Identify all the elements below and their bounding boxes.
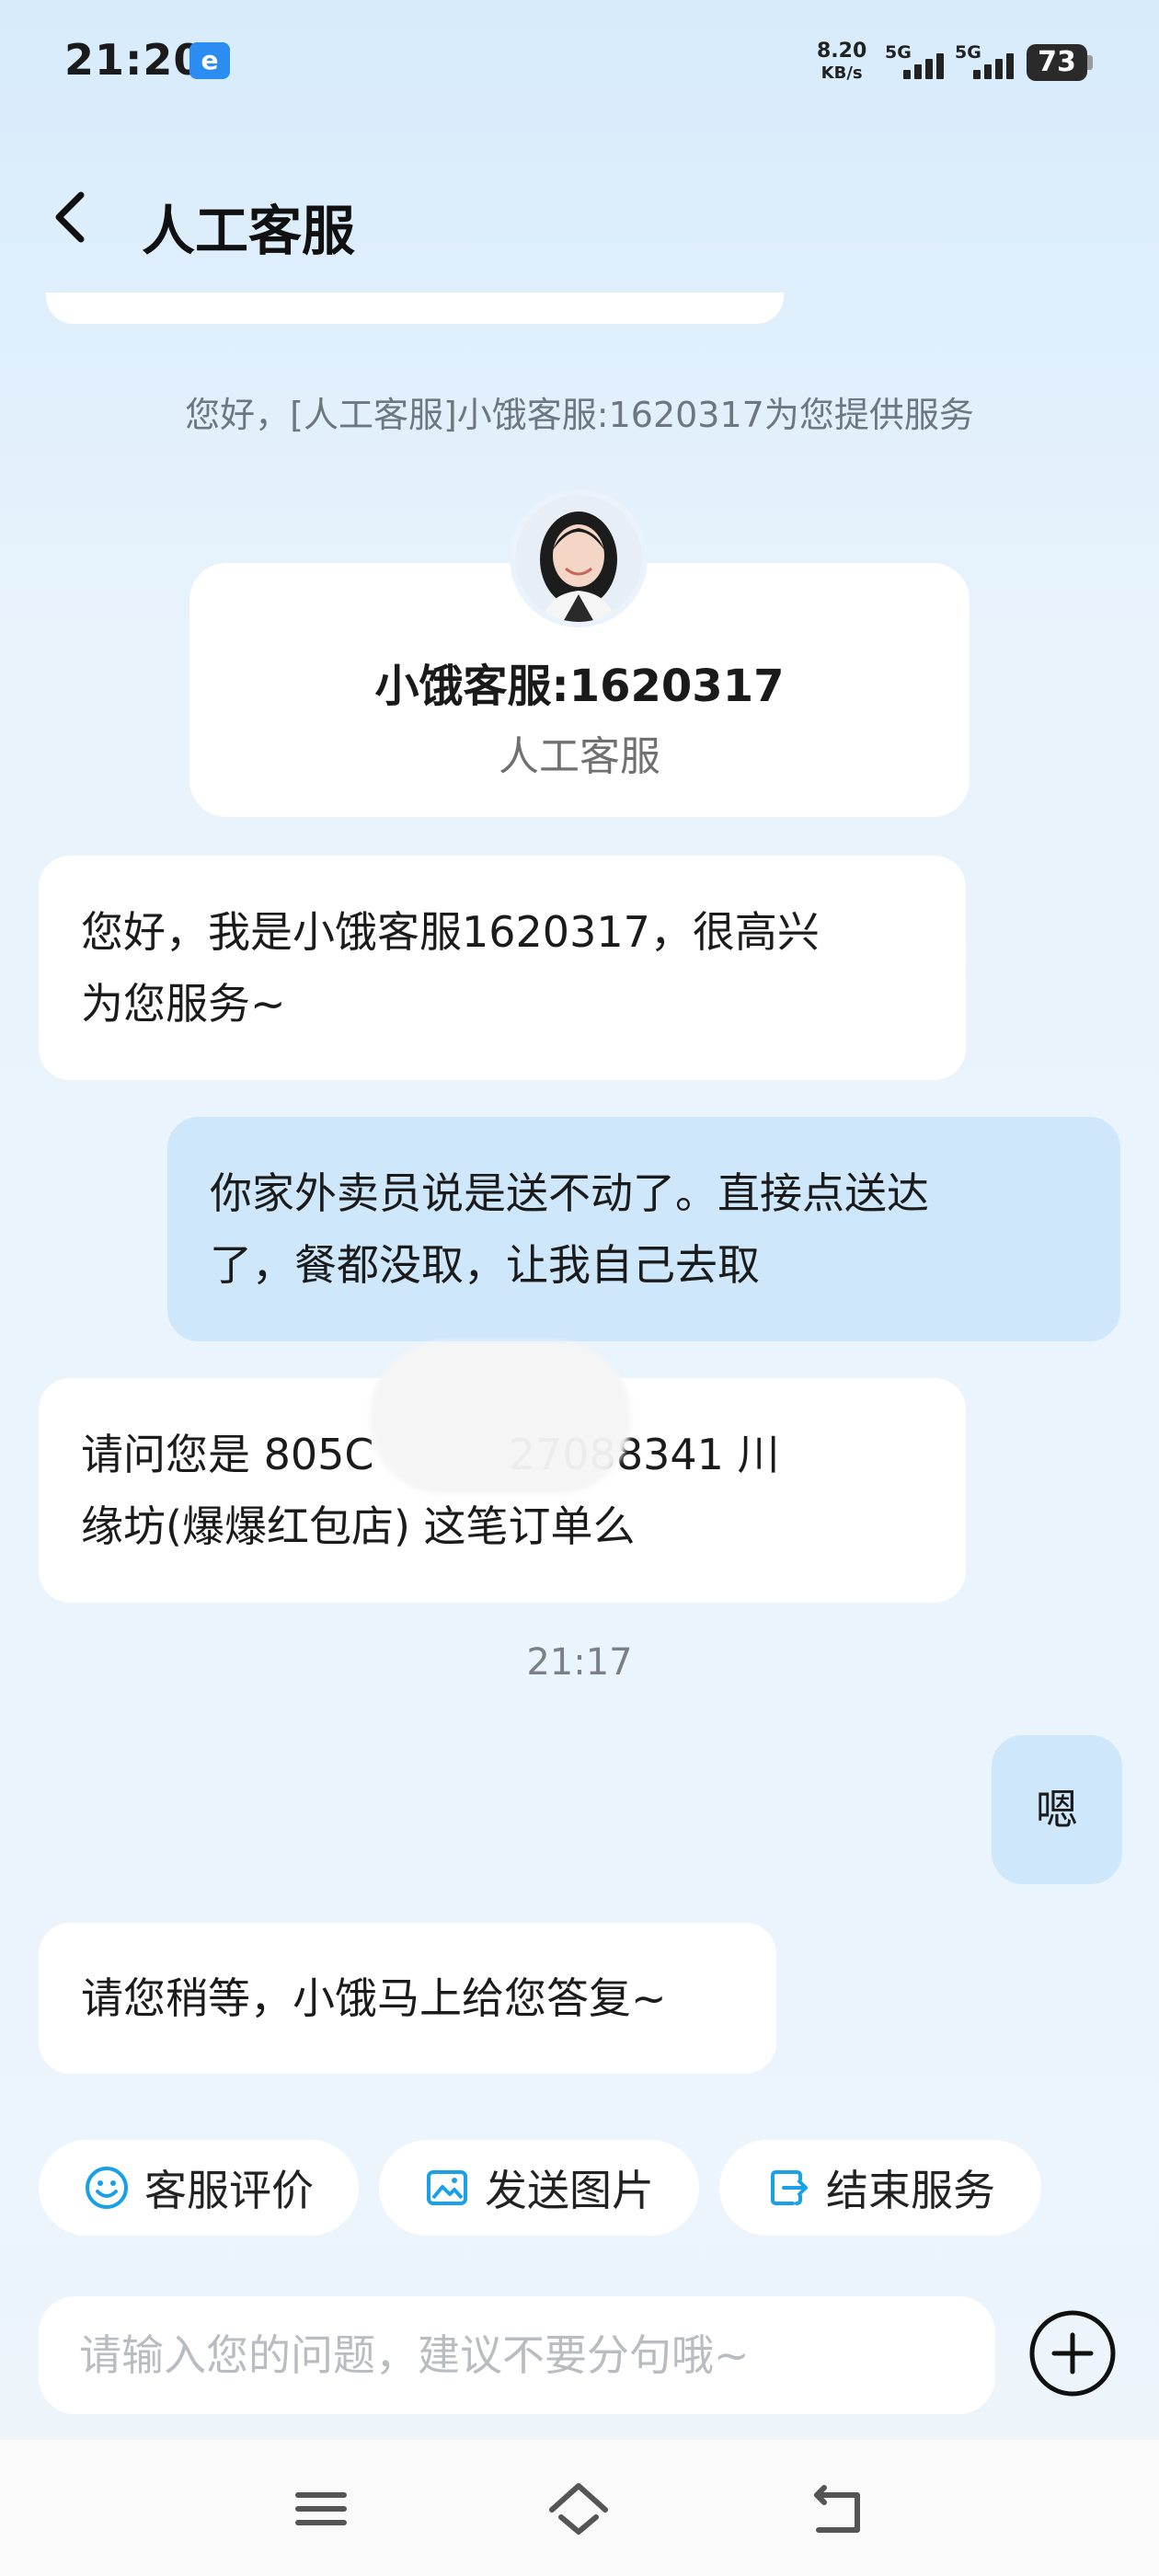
message-timestamp: 21:17 — [526, 1641, 633, 1684]
rate-service-button[interactable]: 客服评价 — [39, 2140, 359, 2236]
plus-icon[interactable] — [1028, 2309, 1117, 2398]
network-speed: 8.20 KB/s — [817, 40, 866, 85]
sim1-label: 5G — [885, 42, 912, 63]
network-speed-value: 8.20 — [817, 40, 867, 63]
message-input[interactable] — [39, 2296, 995, 2414]
chip-label: 结束服务 — [826, 2166, 995, 2215]
agent-message: 请您稍等，小饿马上给您答复~ — [39, 1923, 776, 2074]
user-message: 嗯 — [992, 1735, 1122, 1884]
message-line: 为您服务~ — [81, 979, 286, 1029]
agent-message: 您好，我是小饿客服1620317，很高兴 为您服务~ — [39, 856, 966, 1080]
signal-icon-sim2: 5G — [955, 42, 1025, 83]
agent-role: 人工客服 — [499, 733, 660, 780]
message-line: 您好，我是小饿客服1620317，很高兴 — [81, 907, 820, 957]
message-line: 嗯 — [1036, 1785, 1078, 1834]
battery-level: 73 — [1027, 44, 1087, 81]
user-message: 你家外卖员说是送不动了。直接点送达 了，餐都没取，让我自己去取 — [167, 1117, 1120, 1341]
exit-icon — [771, 2170, 808, 2205]
chevron-left-icon[interactable] — [50, 190, 90, 245]
redaction-blur — [370, 1341, 631, 1494]
chip-label: 客服评价 — [144, 2166, 314, 2215]
back-icon[interactable] — [806, 2477, 870, 2541]
page-title: 人工客服 — [142, 200, 356, 262]
chip-label: 发送图片 — [485, 2166, 654, 2215]
agent-avatar — [515, 495, 642, 622]
battery-icon: 73 — [1027, 44, 1093, 81]
network-speed-unit: KB/s — [820, 63, 863, 83]
image-icon — [427, 2170, 467, 2205]
system-notice: 您好，[人工客服]小饿客服:1620317为您提供服务 — [185, 395, 974, 435]
send-image-button[interactable]: 发送图片 — [379, 2140, 699, 2236]
message-line: 你家外卖员说是送不动了。直接点送达 — [210, 1168, 929, 1218]
end-service-button[interactable]: 结束服务 — [719, 2140, 1041, 2236]
message-line: 缘坊(爆爆红包店) 这笔订单么 — [81, 1501, 636, 1551]
home-icon[interactable] — [546, 2477, 611, 2541]
message-line: 请您稍等，小饿马上给您答复~ — [81, 1973, 667, 2023]
app-notification-icon: e — [189, 42, 230, 79]
menu-icon[interactable] — [289, 2477, 353, 2541]
status-time: 21:20 — [64, 35, 204, 85]
signal-icon-sim1: 5G — [885, 42, 955, 83]
agent-name: 小饿客服:1620317 — [374, 661, 785, 712]
previous-card-edge — [46, 293, 784, 324]
smiley-icon — [86, 2167, 128, 2209]
message-line: 了，餐都没取，让我自己去取 — [210, 1240, 760, 1290]
sim2-label: 5G — [955, 42, 981, 63]
